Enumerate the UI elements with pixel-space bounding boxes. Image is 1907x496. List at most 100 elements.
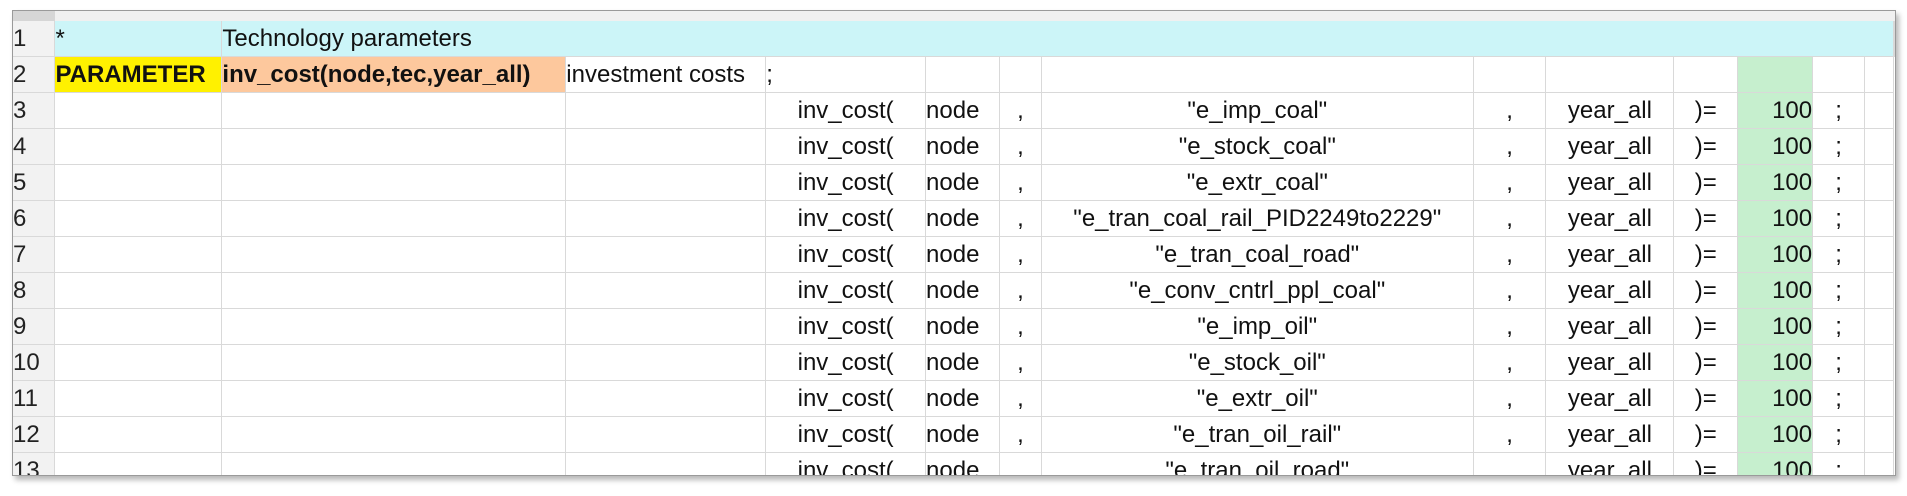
cell[interactable]	[54, 308, 223, 345]
cell[interactable]	[1864, 380, 1895, 417]
node-cell[interactable]: node	[925, 164, 1000, 201]
year-cell[interactable]: year_all	[1545, 380, 1675, 417]
terminator-cell[interactable]: ;	[765, 56, 927, 93]
year-cell[interactable]: year_all	[1545, 416, 1675, 453]
technology-cell[interactable]: "e_stock_oil"	[1041, 344, 1474, 381]
cell[interactable]	[565, 128, 767, 165]
separator-cell[interactable]: ,	[1473, 452, 1547, 475]
cell[interactable]	[54, 200, 223, 237]
technology-cell[interactable]: "e_tran_oil_rail"	[1041, 416, 1474, 453]
cell[interactable]	[565, 380, 767, 417]
terminator-cell[interactable]: ;	[1812, 416, 1865, 453]
value-cell[interactable]: 100	[1737, 128, 1814, 165]
separator-cell[interactable]: ,	[999, 200, 1042, 237]
cell[interactable]	[54, 128, 223, 165]
separator-cell[interactable]: ,	[999, 92, 1042, 129]
separator-cell[interactable]: ,	[999, 308, 1042, 345]
cell[interactable]	[54, 272, 223, 309]
cell[interactable]	[221, 452, 567, 475]
terminator-cell[interactable]: ;	[1812, 200, 1865, 237]
cell[interactable]	[221, 200, 567, 237]
value-cell[interactable]: 100	[1737, 452, 1814, 475]
cell[interactable]	[565, 200, 767, 237]
function-cell[interactable]: inv_cost(	[765, 452, 927, 475]
equals-cell[interactable]: )=	[1673, 272, 1739, 309]
cell[interactable]	[54, 236, 223, 273]
cell[interactable]	[221, 380, 567, 417]
separator-cell[interactable]: ,	[999, 380, 1042, 417]
node-cell[interactable]: node	[925, 416, 1000, 453]
row-header[interactable]: 4	[13, 128, 56, 165]
function-cell[interactable]: inv_cost(	[765, 236, 927, 273]
function-cell[interactable]: inv_cost(	[765, 92, 927, 129]
cell[interactable]	[1864, 308, 1895, 345]
cell[interactable]	[1737, 56, 1814, 93]
terminator-cell[interactable]: ;	[1812, 452, 1865, 475]
cell[interactable]	[221, 128, 567, 165]
equals-cell[interactable]: )=	[1673, 344, 1739, 381]
row-header[interactable]: 6	[13, 200, 56, 237]
technology-cell[interactable]: "e_extr_oil"	[1041, 380, 1474, 417]
cell[interactable]	[1864, 164, 1895, 201]
cell[interactable]	[565, 92, 767, 129]
value-cell[interactable]: 100	[1737, 308, 1814, 345]
separator-cell[interactable]: ,	[1473, 380, 1547, 417]
row-header[interactable]: 5	[13, 164, 56, 201]
function-cell[interactable]: inv_cost(	[765, 308, 927, 345]
value-cell[interactable]: 100	[1737, 380, 1814, 417]
cell[interactable]	[1864, 200, 1895, 237]
terminator-cell[interactable]: ;	[1812, 380, 1865, 417]
separator-cell[interactable]: ,	[999, 236, 1042, 273]
technology-cell[interactable]: "e_tran_coal_road"	[1041, 236, 1474, 273]
equals-cell[interactable]: )=	[1673, 200, 1739, 237]
year-cell[interactable]: year_all	[1545, 200, 1675, 237]
cell[interactable]	[1812, 56, 1865, 93]
year-cell[interactable]: year_all	[1545, 164, 1675, 201]
technology-cell[interactable]: "e_conv_cntrl_ppl_coal"	[1041, 272, 1474, 309]
separator-cell[interactable]: ,	[1473, 416, 1547, 453]
function-cell[interactable]: inv_cost(	[765, 272, 927, 309]
separator-cell[interactable]: ,	[999, 272, 1042, 309]
row-header[interactable]: 11	[13, 380, 56, 417]
cell[interactable]	[54, 416, 223, 453]
cell[interactable]	[1041, 56, 1474, 93]
separator-cell[interactable]: ,	[1473, 164, 1547, 201]
function-cell[interactable]: inv_cost(	[765, 380, 927, 417]
cell[interactable]	[925, 56, 1000, 93]
row-header[interactable]: 3	[13, 92, 56, 129]
node-cell[interactable]: node	[925, 452, 1000, 475]
separator-cell[interactable]: ,	[1473, 308, 1547, 345]
description-cell[interactable]: investment costs	[565, 56, 767, 93]
technology-cell[interactable]: "e_tran_coal_rail_PID2249to2229"	[1041, 200, 1474, 237]
cell[interactable]	[1673, 56, 1739, 93]
year-cell[interactable]: year_all	[1545, 272, 1675, 309]
function-cell[interactable]: inv_cost(	[765, 344, 927, 381]
technology-cell[interactable]: "e_tran_oil_road"	[1041, 452, 1474, 475]
row-header[interactable]: 2	[13, 56, 56, 93]
technology-cell[interactable]: "e_imp_coal"	[1041, 92, 1474, 129]
cell[interactable]	[565, 272, 767, 309]
select-all-corner[interactable]	[13, 11, 55, 21]
node-cell[interactable]: node	[925, 128, 1000, 165]
separator-cell[interactable]: ,	[999, 452, 1042, 475]
separator-cell[interactable]: ,	[999, 164, 1042, 201]
separator-cell[interactable]: ,	[1473, 236, 1547, 273]
cell[interactable]	[565, 344, 767, 381]
cell[interactable]	[221, 164, 567, 201]
terminator-cell[interactable]: ;	[1812, 308, 1865, 345]
technology-cell[interactable]: "e_stock_coal"	[1041, 128, 1474, 165]
cell[interactable]	[1893, 21, 1895, 57]
function-cell[interactable]: inv_cost(	[765, 200, 927, 237]
row-header[interactable]: 9	[13, 308, 56, 345]
value-cell[interactable]: 100	[1737, 344, 1814, 381]
row-header[interactable]: 13	[13, 452, 56, 475]
technology-cell[interactable]: "e_extr_coal"	[1041, 164, 1474, 201]
cell[interactable]	[221, 308, 567, 345]
terminator-cell[interactable]: ;	[1812, 92, 1865, 129]
year-cell[interactable]: year_all	[1545, 92, 1675, 129]
node-cell[interactable]: node	[925, 272, 1000, 309]
cell[interactable]	[1545, 56, 1675, 93]
cell[interactable]	[221, 92, 567, 129]
cell[interactable]	[565, 236, 767, 273]
equals-cell[interactable]: )=	[1673, 416, 1739, 453]
